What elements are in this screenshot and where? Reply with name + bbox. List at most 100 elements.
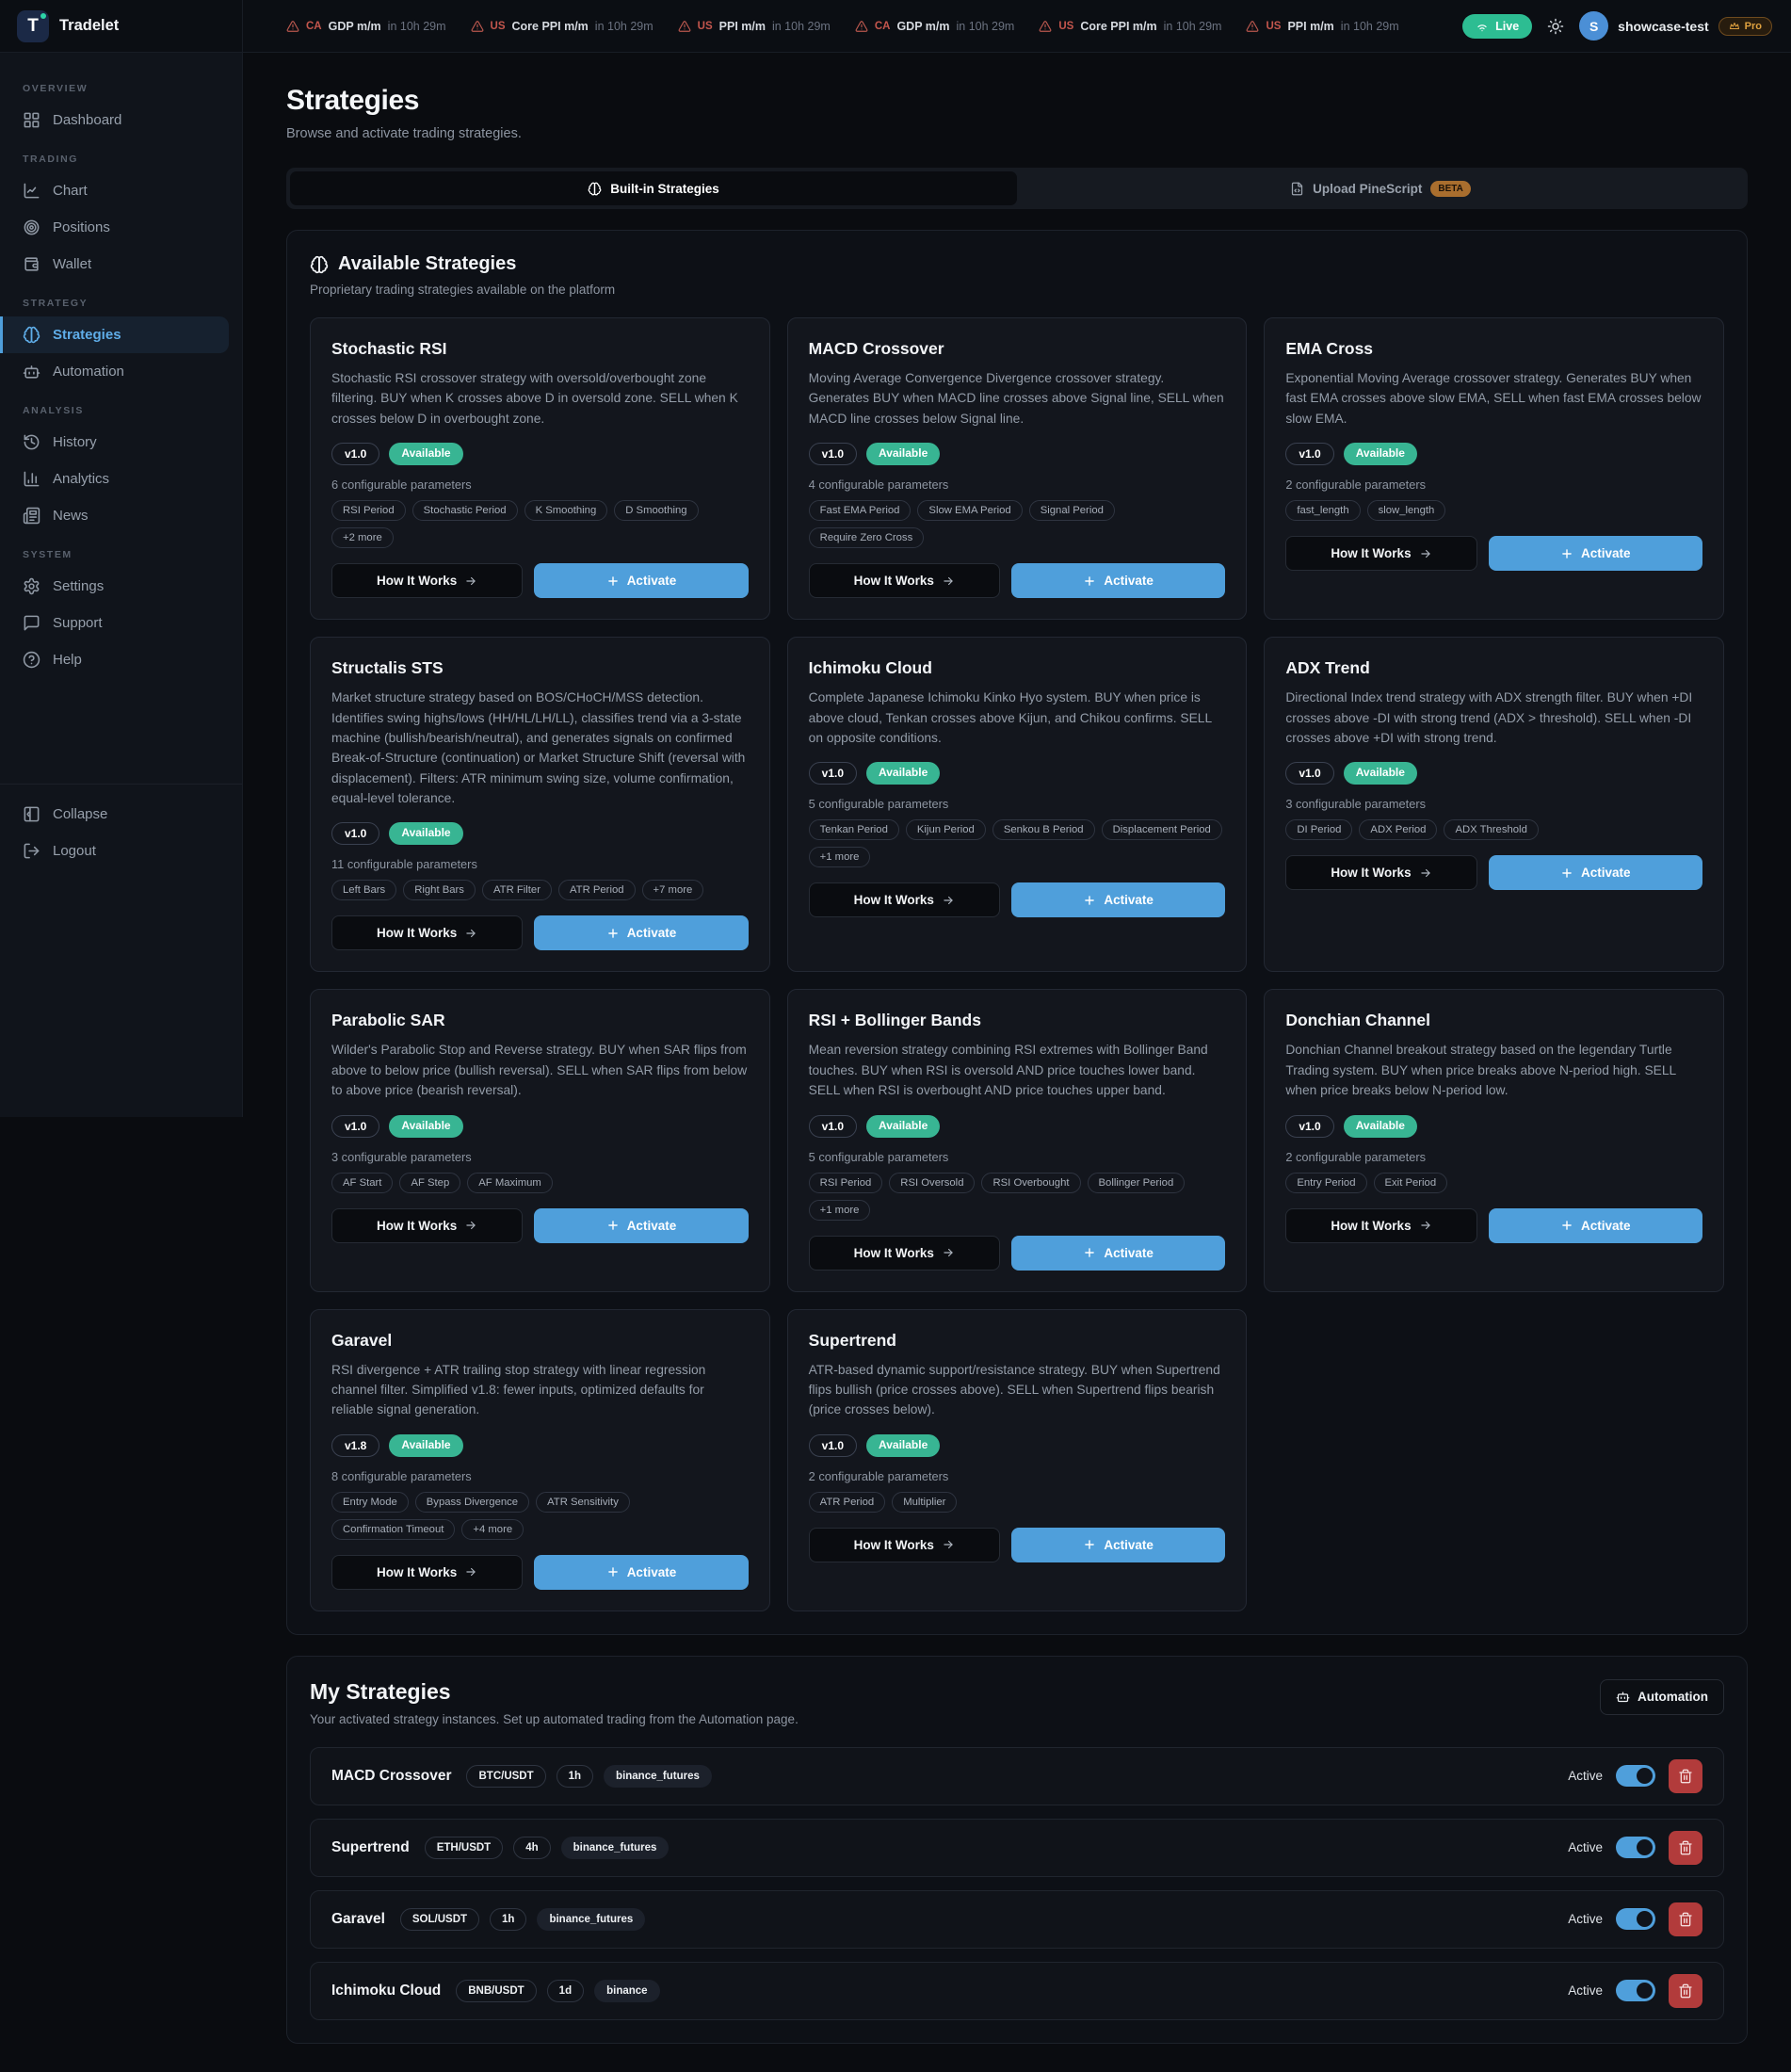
sidebar-item-news[interactable]: News bbox=[0, 497, 242, 534]
param-tag: Tenkan Period bbox=[809, 819, 899, 840]
sidebar-item-label: Settings bbox=[53, 578, 104, 594]
toggle-knob bbox=[1637, 1911, 1653, 1927]
sidebar-footer: Collapse Logout bbox=[0, 784, 242, 869]
how-it-works-button[interactable]: How It Works bbox=[331, 563, 523, 598]
sidebar-item-wallet[interactable]: Wallet bbox=[0, 246, 242, 283]
params-count: 2 configurable parameters bbox=[1285, 478, 1702, 492]
sidebar-item-dashboard[interactable]: Dashboard bbox=[0, 102, 242, 138]
sidebar-item-analytics[interactable]: Analytics bbox=[0, 461, 242, 497]
wallet-icon bbox=[23, 255, 40, 273]
params-count: 2 configurable parameters bbox=[1285, 1150, 1702, 1164]
how-it-works-button[interactable]: How It Works bbox=[331, 915, 523, 950]
brain-icon bbox=[310, 255, 329, 274]
how-it-works-button[interactable]: How It Works bbox=[331, 1208, 523, 1243]
plus-icon bbox=[606, 575, 620, 588]
sidebar-item-settings[interactable]: Settings bbox=[0, 568, 242, 605]
section-label-overview: OVERVIEW bbox=[23, 83, 219, 94]
how-it-works-button[interactable]: How It Works bbox=[809, 882, 1000, 917]
plus-icon bbox=[1083, 1246, 1096, 1259]
file-code-icon bbox=[1290, 182, 1304, 196]
how-it-works-label: How It Works bbox=[1331, 866, 1411, 880]
collapse-sidebar-button[interactable]: Collapse bbox=[0, 796, 242, 833]
strategy-row: Ichimoku Cloud BNB/USDT 1d binance Activ… bbox=[310, 1962, 1724, 2020]
strategy-description: RSI divergence + ATR trailing stop strat… bbox=[331, 1360, 749, 1420]
sidebar-item-positions[interactable]: Positions bbox=[0, 209, 242, 246]
version-badge: v1.0 bbox=[331, 1115, 379, 1138]
activate-button[interactable]: Activate bbox=[1011, 1528, 1225, 1562]
strategy-badges: v1.0 Available bbox=[809, 443, 1226, 465]
sidebar-item-chart[interactable]: Chart bbox=[0, 172, 242, 209]
delete-button[interactable] bbox=[1669, 1759, 1702, 1793]
plus-icon bbox=[1560, 866, 1573, 880]
warning-triangle-icon bbox=[855, 20, 868, 33]
pair-badge: SOL/USDT bbox=[400, 1908, 479, 1931]
activate-button[interactable]: Activate bbox=[534, 1208, 748, 1243]
sidebar-item-history[interactable]: History bbox=[0, 424, 242, 461]
sidebar-item-support[interactable]: Support bbox=[0, 605, 242, 641]
panel-collapse-icon bbox=[23, 805, 40, 823]
strategy-source-tabs: Built-in Strategies Upload PineScript BE… bbox=[286, 168, 1748, 209]
activate-button[interactable]: Activate bbox=[534, 915, 748, 950]
active-toggle[interactable] bbox=[1616, 1837, 1655, 1858]
automation-button[interactable]: Automation bbox=[1600, 1679, 1724, 1715]
how-it-works-button[interactable]: How It Works bbox=[809, 563, 1000, 598]
how-it-works-label: How It Works bbox=[377, 1565, 457, 1579]
availability-badge: Available bbox=[389, 443, 462, 465]
delete-button[interactable] bbox=[1669, 1974, 1702, 2008]
sidebar-item-automation[interactable]: Automation bbox=[0, 353, 242, 390]
activate-button[interactable]: Activate bbox=[1011, 1236, 1225, 1271]
how-it-works-button[interactable]: How It Works bbox=[809, 1236, 1000, 1271]
event-country: US bbox=[698, 21, 713, 32]
topbar: T Tradelet CA GDP m/m in 10h 29m US Core… bbox=[0, 0, 1791, 53]
activate-button[interactable]: Activate bbox=[1489, 855, 1702, 890]
strategy-title: Garavel bbox=[331, 1331, 749, 1351]
user-menu[interactable]: S showcase-test Pro bbox=[1579, 11, 1772, 40]
delete-button[interactable] bbox=[1669, 1902, 1702, 1936]
availability-badge: Available bbox=[389, 1115, 462, 1138]
tab-label: Built-in Strategies bbox=[610, 182, 719, 196]
sidebar-item-label: Automation bbox=[53, 364, 124, 380]
activate-button[interactable]: Activate bbox=[1489, 1208, 1702, 1243]
activate-button[interactable]: Activate bbox=[1489, 536, 1702, 571]
strategy-row: Supertrend ETH/USDT 4h binance_futures A… bbox=[310, 1819, 1724, 1877]
timeframe-badge: 1d bbox=[547, 1980, 584, 2002]
strategy-description: Mean reversion strategy combining RSI ex… bbox=[809, 1040, 1226, 1100]
activate-button[interactable]: Activate bbox=[534, 1555, 748, 1590]
param-tag: fast_length bbox=[1285, 500, 1360, 521]
toggle-knob bbox=[1637, 1768, 1653, 1784]
pair-badge: BTC/USDT bbox=[466, 1765, 545, 1788]
active-toggle[interactable] bbox=[1616, 1765, 1655, 1787]
activate-button[interactable]: Activate bbox=[1011, 882, 1225, 917]
how-it-works-button[interactable]: How It Works bbox=[1285, 855, 1476, 890]
arrow-right-icon bbox=[942, 894, 955, 907]
active-toggle[interactable] bbox=[1616, 1908, 1655, 1930]
card-actions: How It Works Activate bbox=[809, 563, 1226, 598]
brain-icon bbox=[588, 182, 602, 196]
tab-built-in-strategies[interactable]: Built-in Strategies bbox=[290, 171, 1017, 205]
param-tag: Signal Period bbox=[1029, 500, 1115, 521]
toggle-knob bbox=[1637, 1983, 1653, 1999]
availability-badge: Available bbox=[1344, 762, 1417, 785]
param-tag: K Smoothing bbox=[524, 500, 608, 521]
how-it-works-button[interactable]: How It Works bbox=[1285, 536, 1476, 571]
activate-button[interactable]: Activate bbox=[534, 563, 748, 598]
plus-icon bbox=[1083, 894, 1096, 907]
tab-upload-pinescript[interactable]: Upload PineScript BETA bbox=[1017, 171, 1744, 205]
sidebar-item-help[interactable]: Help bbox=[0, 641, 242, 678]
strategy-badges: v1.0 Available bbox=[331, 822, 749, 845]
card-actions: How It Works Activate bbox=[331, 563, 749, 598]
how-it-works-button[interactable]: How It Works bbox=[331, 1555, 523, 1590]
active-toggle[interactable] bbox=[1616, 1980, 1655, 2001]
status-label: Active bbox=[1568, 1912, 1603, 1926]
param-tag: +7 more bbox=[642, 880, 704, 900]
collapse-label: Collapse bbox=[53, 806, 107, 822]
activate-button[interactable]: Activate bbox=[1011, 563, 1225, 598]
theme-toggle-button[interactable] bbox=[1547, 18, 1564, 35]
how-it-works-button[interactable]: How It Works bbox=[1285, 1208, 1476, 1243]
logout-button[interactable]: Logout bbox=[0, 833, 242, 869]
event-name: Core PPI m/m bbox=[512, 20, 589, 33]
how-it-works-button[interactable]: How It Works bbox=[809, 1528, 1000, 1562]
sidebar-item-strategies[interactable]: Strategies bbox=[0, 316, 229, 353]
event-item: US Core PPI m/m in 10h 29m bbox=[471, 20, 653, 33]
delete-button[interactable] bbox=[1669, 1831, 1702, 1865]
